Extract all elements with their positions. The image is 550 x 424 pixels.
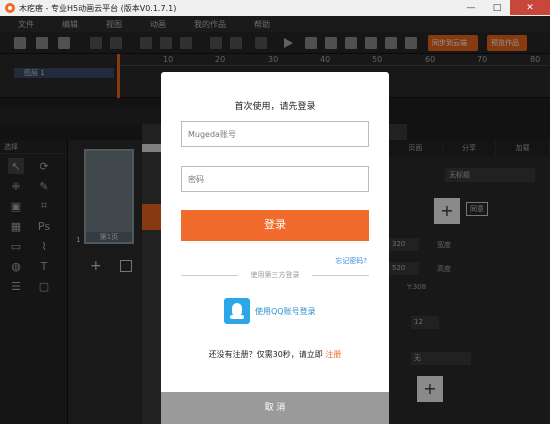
username-input[interactable] (181, 121, 369, 147)
third-party-label: 使用第三方登录 (238, 270, 312, 280)
window-title: 木疙瘩 - 专业H5动画云平台 (版本V0.1.7.1) (19, 3, 177, 13)
qq-login-label[interactable]: 使用QQ账号登录 (255, 306, 316, 317)
register-prompt: 还没有注册？仅需30秒，请立即 注册 (161, 349, 389, 360)
qq-login-button[interactable]: 使用QQ账号登录 (224, 298, 316, 324)
maximize-button[interactable]: □ (484, 0, 510, 15)
window-controls: — □ ✕ (458, 0, 550, 15)
forgot-password-link[interactable]: 忘记密码? (335, 256, 367, 266)
title-bar: 木疙瘩 - 专业H5动画云平台 (版本V0.1.7.1) — □ ✕ (0, 0, 550, 16)
password-input[interactable] (181, 166, 369, 192)
minimize-button[interactable]: — (458, 0, 484, 15)
login-title: 首次使用，请先登录 (234, 102, 316, 112)
close-window-button[interactable]: ✕ (510, 0, 550, 15)
cancel-button[interactable]: 取 消 (161, 392, 389, 424)
register-prompt-text: 还没有注册？仅需30秒，请立即 (208, 350, 323, 359)
app-logo-icon (5, 3, 15, 13)
login-dialog: 首次使用，请先登录 登录 忘记密码? 使用第三方登录 使用QQ账号登录 还没有注… (161, 72, 389, 424)
qq-icon[interactable] (224, 298, 250, 324)
register-link[interactable]: 注册 (325, 350, 341, 359)
login-button[interactable]: 登录 (181, 210, 369, 241)
